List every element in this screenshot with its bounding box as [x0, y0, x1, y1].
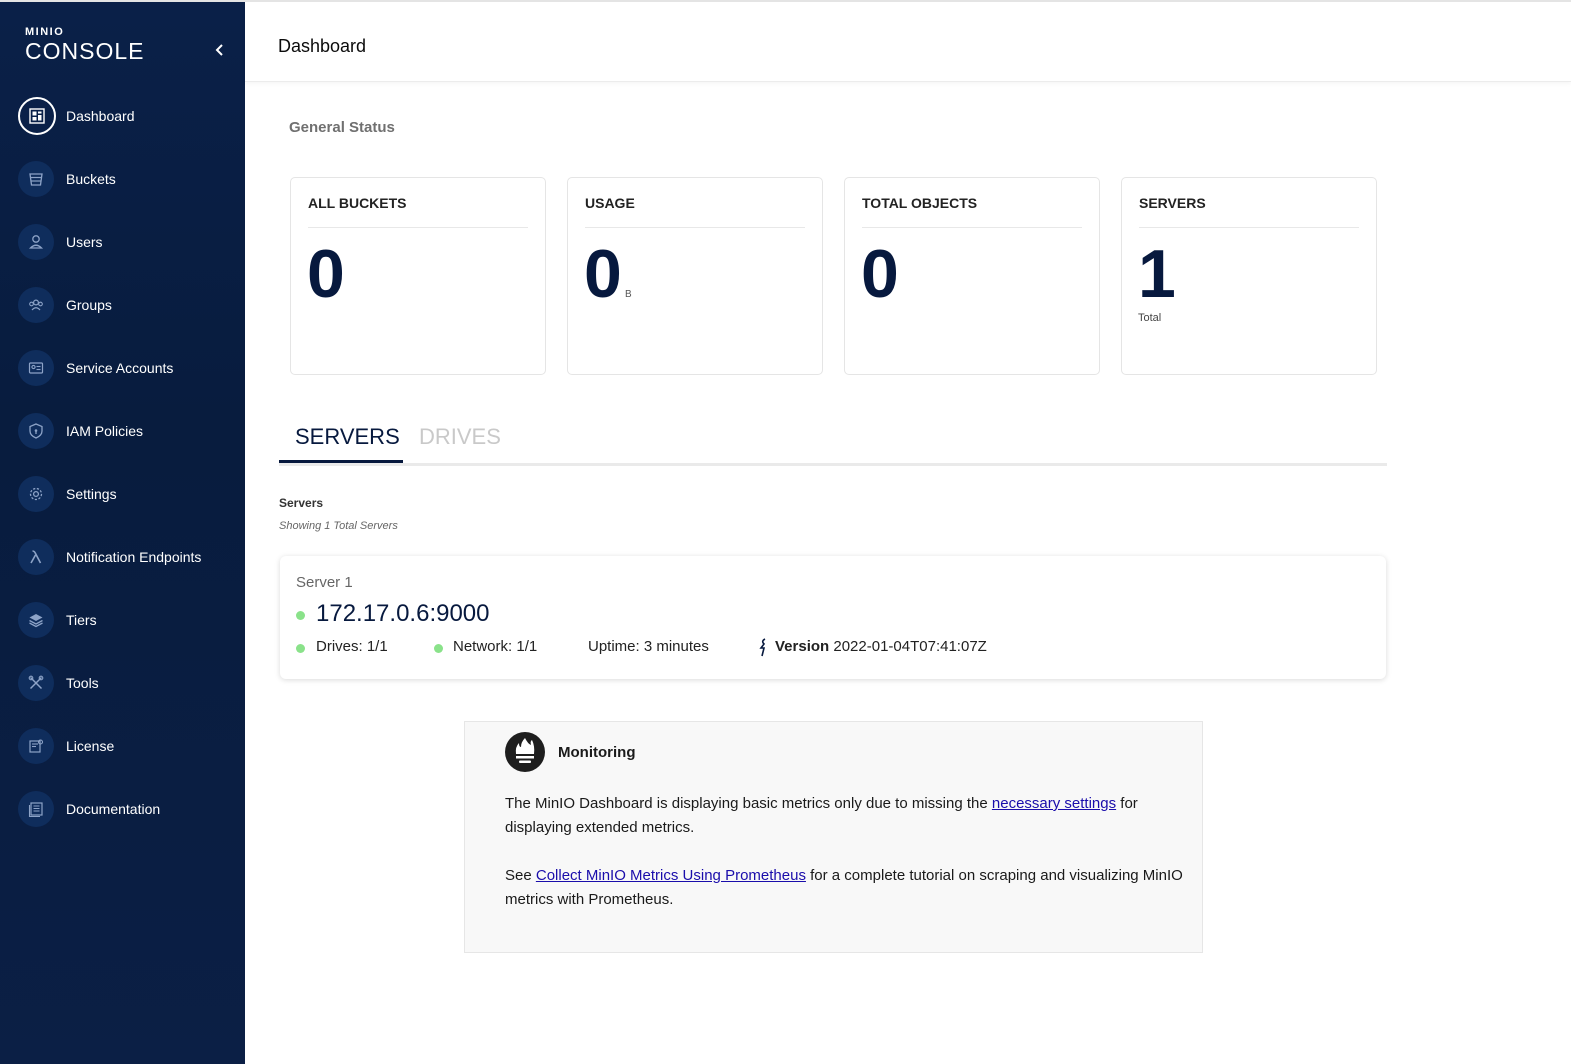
version-value: 2022-01-04T07:41:07Z	[833, 638, 987, 655]
collapse-sidebar-button[interactable]	[210, 40, 230, 60]
tab-drives[interactable]: DRIVES	[419, 424, 501, 450]
general-status-title: General Status	[289, 119, 395, 136]
sidebar-item-buckets[interactable]: Buckets	[0, 147, 245, 210]
dashboard-icon	[29, 107, 45, 124]
chevron-left-icon	[215, 44, 223, 56]
groups-icon	[29, 298, 43, 310]
page-header: Dashboard	[245, 2, 1571, 82]
tools-icon	[28, 675, 44, 689]
server-network: Network: 1/1	[453, 638, 538, 655]
network-status-dot	[434, 644, 443, 653]
server-drives: Drives: 1/1	[316, 638, 388, 655]
server-card: Server 1 172.17.0.6:9000 Drives: 1/1 Net…	[280, 556, 1386, 679]
sidebar-item-tools[interactable]: Tools	[0, 651, 245, 714]
text-segment: See	[505, 867, 536, 884]
server-address: 172.17.0.6:9000	[316, 600, 490, 627]
card-sublabel: Total	[1138, 312, 1162, 324]
sidebar-item-label: Settings	[66, 485, 117, 502]
card-value: 0	[861, 236, 899, 312]
sidebar-item-label: Tools	[66, 674, 99, 691]
sidebar-item-label: Documentation	[66, 800, 161, 817]
card-value: 1	[1138, 236, 1176, 312]
monitoring-panel: Monitoring The MinIO Dashboard is displa…	[464, 721, 1203, 953]
documentation-icon	[28, 801, 43, 817]
page-title: Dashboard	[278, 36, 367, 56]
sidebar-item-label: Tiers	[66, 611, 97, 628]
usage-card: USAGE 0 B	[567, 177, 823, 375]
server-status-dot	[296, 611, 305, 620]
sidebar-item-label: Buckets	[66, 170, 116, 187]
card-label: ALL BUCKETS	[308, 195, 528, 228]
monitoring-text-2: See Collect MinIO Metrics Using Promethe…	[505, 864, 1185, 912]
shield-icon	[29, 422, 43, 439]
sidebar-item-notification-endpoints[interactable]: Notification Endpoints	[0, 525, 245, 588]
card-label: USAGE	[585, 195, 805, 228]
servers-heading: Servers	[279, 496, 324, 510]
server-version: Version 2022-01-04T07:41:07Z	[775, 638, 987, 655]
minio-console-logo[interactable]: MINIO CONSOLE	[25, 26, 145, 64]
prometheus-tutorial-link[interactable]: Collect MinIO Metrics Using Prometheus	[536, 867, 806, 884]
prometheus-icon	[505, 732, 545, 772]
text-segment: The MinIO Dashboard is displaying basic …	[505, 795, 992, 812]
bucket-icon	[29, 172, 43, 186]
version-label: Version	[775, 638, 830, 655]
card-value: 0	[584, 236, 622, 312]
user-icon	[28, 234, 44, 249]
card-value: 0	[307, 236, 345, 312]
monitoring-text-1: The MinIO Dashboard is displaying basic …	[505, 792, 1185, 840]
active-tab-indicator	[279, 460, 403, 463]
sidebar-nav: Dashboard Buckets Users Groups Service A…	[0, 84, 245, 840]
servers-count: Showing 1 Total Servers	[279, 520, 398, 532]
server-name: Server 1	[296, 574, 353, 591]
lambda-icon	[30, 549, 42, 563]
layers-icon	[29, 613, 43, 627]
card-label: TOTAL OBJECTS	[862, 195, 1082, 228]
total-objects-card: TOTAL OBJECTS 0	[844, 177, 1100, 375]
logo-product: CONSOLE	[25, 38, 145, 64]
sidebar-item-settings[interactable]: Settings	[0, 462, 245, 525]
server-uptime: Uptime: 3 minutes	[588, 638, 709, 655]
necessary-settings-link[interactable]: necessary settings	[992, 795, 1116, 812]
sidebar-item-users[interactable]: Users	[0, 210, 245, 273]
license-icon	[29, 738, 44, 753]
sidebar-item-service-accounts[interactable]: Service Accounts	[0, 336, 245, 399]
sidebar-item-label: Users	[66, 233, 103, 250]
card-unit: B	[625, 289, 632, 300]
all-buckets-card: ALL BUCKETS 0	[290, 177, 546, 375]
drives-status-dot	[296, 644, 305, 653]
sidebar-item-label: License	[66, 737, 115, 754]
sidebar-item-iam-policies[interactable]: IAM Policies	[0, 399, 245, 462]
sidebar-item-label: Service Accounts	[66, 359, 174, 376]
sidebar-item-tiers[interactable]: Tiers	[0, 588, 245, 651]
sidebar: MINIO CONSOLE Dashboard Buckets Users Gr…	[0, 2, 245, 1064]
tab-servers[interactable]: SERVERS	[295, 424, 400, 450]
logo-brand: MINIO	[25, 26, 65, 38]
servers-card: SERVERS 1 Total	[1121, 177, 1377, 375]
service-accounts-icon	[28, 361, 44, 374]
sidebar-item-groups[interactable]: Groups	[0, 273, 245, 336]
sidebar-item-label: Groups	[66, 296, 112, 313]
sidebar-item-label: Dashboard	[66, 107, 135, 124]
tabs: SERVERS DRIVES	[279, 420, 1387, 466]
sidebar-item-dashboard[interactable]: Dashboard	[0, 84, 245, 147]
sidebar-item-license[interactable]: License	[0, 714, 245, 777]
card-label: SERVERS	[1139, 195, 1359, 228]
monitoring-title: Monitoring	[558, 744, 636, 761]
gear-icon	[29, 487, 43, 500]
sidebar-item-label: IAM Policies	[66, 422, 144, 439]
sidebar-item-label: Notification Endpoints	[66, 548, 202, 565]
version-icon	[759, 638, 766, 657]
sidebar-item-documentation[interactable]: Documentation	[0, 777, 245, 840]
